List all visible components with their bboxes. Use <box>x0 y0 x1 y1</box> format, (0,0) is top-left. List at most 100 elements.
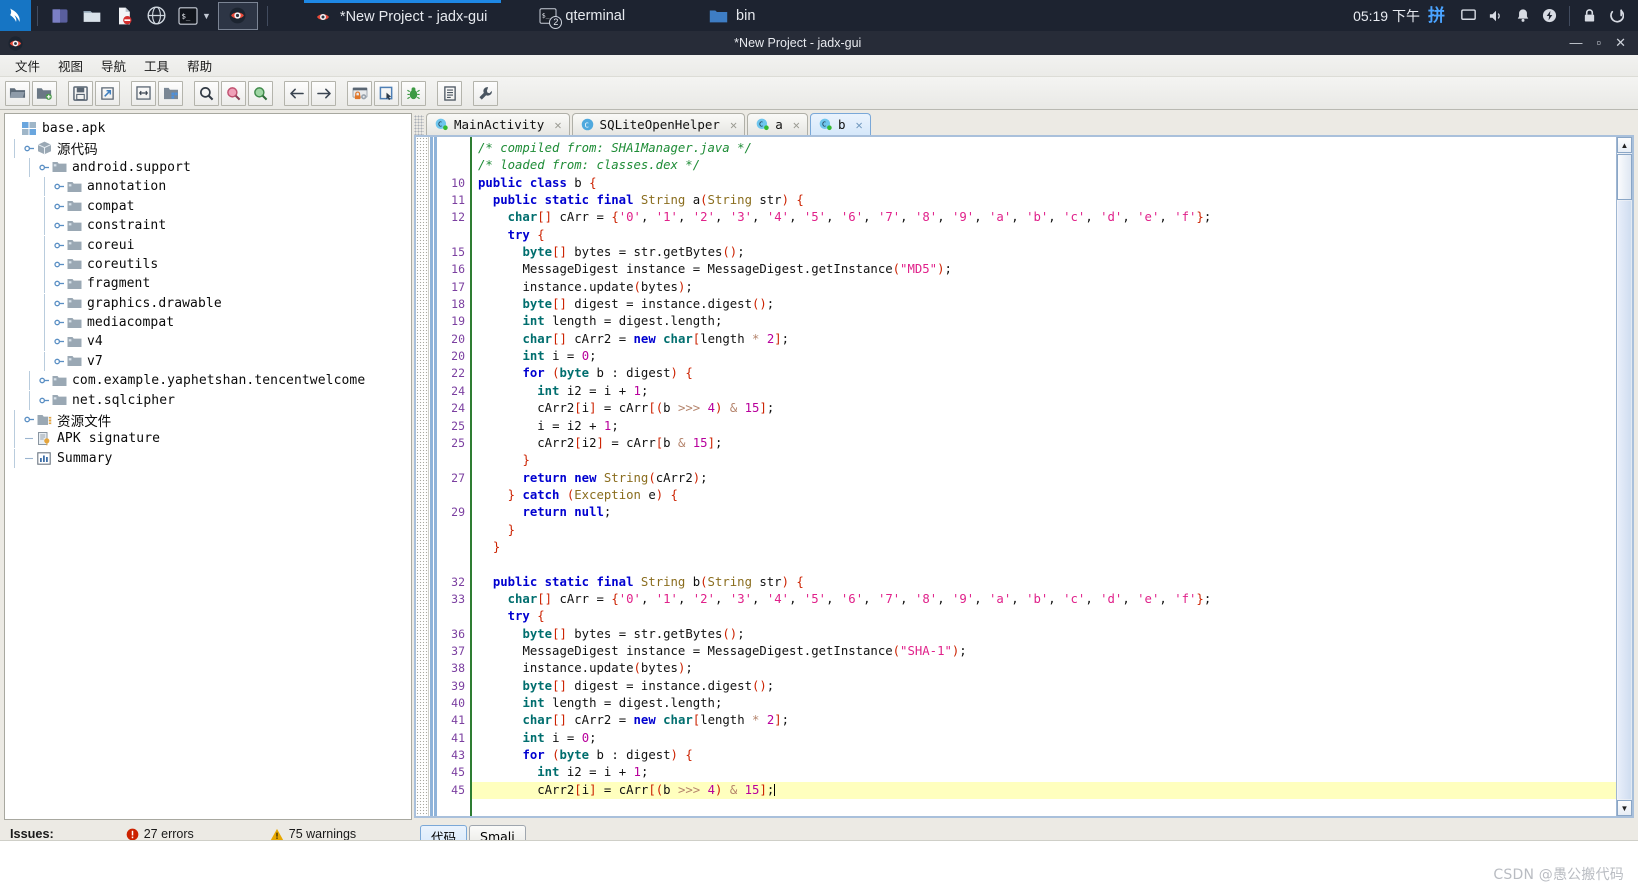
tree-expand-toggle[interactable] <box>54 352 65 371</box>
code-line[interactable]: char[] cArr = {'0', '1', '2', '3', '4', … <box>478 209 1632 226</box>
tree-node[interactable]: net.sqlcipher <box>9 390 411 410</box>
code-line[interactable]: instance.update(bytes); <box>478 279 1632 296</box>
tree-expand-toggle[interactable] <box>54 332 65 351</box>
code-line[interactable] <box>478 556 1632 573</box>
code-line[interactable]: cArr2[i2] = cArr[b & 15]; <box>478 435 1632 452</box>
code-editor[interactable]: 10 11 12 15 16 17 18 19 20 20 22 24 24 25 25 27 29 32 33 36… <box>414 135 1634 818</box>
tree-node[interactable]: v7 <box>9 351 411 371</box>
jadx-launcher-icon[interactable] <box>217 1 258 30</box>
code-line[interactable]: public class b { <box>478 175 1632 192</box>
tree-node[interactable]: constraint <box>9 216 411 236</box>
code-line[interactable]: i = i2 + 1; <box>478 418 1632 435</box>
tree-node[interactable]: APK signature <box>9 429 411 449</box>
tree-node[interactable]: base.apk <box>9 119 411 138</box>
deobfuscation-button[interactable] <box>158 80 183 106</box>
tree-node[interactable]: coreutils <box>9 254 411 274</box>
code-line[interactable]: public static final String a(String str)… <box>478 192 1632 209</box>
menu-help[interactable]: 帮助 <box>178 54 221 77</box>
tree-expand-toggle[interactable] <box>54 274 65 293</box>
code-line[interactable]: } <box>478 452 1632 469</box>
code-line[interactable]: for (byte b : digest) { <box>478 747 1632 764</box>
code-line[interactable]: byte[] bytes = str.getBytes(); <box>478 244 1632 261</box>
kali-menu-icon[interactable] <box>0 0 31 31</box>
tree-node[interactable]: coreui <box>9 235 411 255</box>
code-line[interactable]: /* loaded from: classes.dex */ <box>478 157 1632 174</box>
lock-icon[interactable] <box>1576 0 1603 31</box>
ime-indicator[interactable]: 拼 <box>1428 7 1445 24</box>
tree-node[interactable]: android.support <box>9 157 411 177</box>
tree-expand-toggle[interactable] <box>54 255 65 274</box>
tree-expand-toggle[interactable] <box>39 391 50 410</box>
tab-close-icon[interactable]: ✕ <box>793 118 800 132</box>
tab-b[interactable]: C b ✕ <box>809 113 871 135</box>
clock[interactable]: 05:19 下午 <box>1353 6 1420 26</box>
scroll-down-button[interactable]: ▼ <box>1617 800 1632 816</box>
taskbar-window-qterminal[interactable]: $_ 2 qterminal <box>529 0 639 31</box>
project-tree[interactable]: base.apk 源代码 android.support annotation comp… <box>5 114 411 468</box>
tree-expand-toggle[interactable] <box>54 177 65 196</box>
tree-node[interactable]: mediacompat <box>9 313 411 333</box>
tree-expand-toggle[interactable] <box>54 313 65 332</box>
maximize-button[interactable]: ▫ <box>1596 35 1601 51</box>
tree-node[interactable]: com.example.yaphetshan.tencentwelcome <box>9 371 411 391</box>
code-line[interactable]: char[] cArr2 = new char[length * 2]; <box>478 331 1632 348</box>
scroll-up-button[interactable]: ▲ <box>1617 137 1632 153</box>
log-viewer-button[interactable] <box>437 80 462 106</box>
tree-node[interactable]: v4 <box>9 332 411 352</box>
sync-button[interactable] <box>131 80 156 106</box>
tree-node[interactable]: graphics.drawable <box>9 293 411 313</box>
menu-navigation[interactable]: 导航 <box>92 54 135 77</box>
select-class-button[interactable] <box>374 80 399 106</box>
scroll-track[interactable] <box>1618 201 1631 799</box>
menu-file[interactable]: 文件 <box>6 54 49 77</box>
tab-drag-handle[interactable] <box>414 115 424 135</box>
code-text-area[interactable]: /* compiled from: SHA1Manager.java *//* … <box>472 137 1632 816</box>
tree-node[interactable]: 源代码 <box>9 138 411 158</box>
power-icon[interactable] <box>1536 0 1563 31</box>
export-gradle-button[interactable] <box>95 80 120 106</box>
error-stripe[interactable] <box>416 137 429 816</box>
code-line[interactable]: MessageDigest instance = MessageDigest.g… <box>478 261 1632 278</box>
document-icon[interactable] <box>111 3 137 29</box>
bell-icon[interactable] <box>1509 0 1536 31</box>
warning-count[interactable]: 75 warnings <box>270 827 356 841</box>
tree-node[interactable]: 资源文件 <box>9 410 411 430</box>
tree-expand-toggle[interactable] <box>54 216 65 235</box>
terminal-icon[interactable]: $_ <box>175 3 201 29</box>
code-line[interactable]: int length = digest.length; <box>478 695 1632 712</box>
taskbar-window-jadx[interactable]: *New Project - jadx-gui <box>303 0 502 31</box>
code-line[interactable]: int i = 0; <box>478 730 1632 747</box>
logout-icon[interactable] <box>1603 0 1630 31</box>
chevron-down-icon[interactable]: ▼ <box>202 11 211 21</box>
tree-expand-toggle[interactable] <box>54 236 65 255</box>
code-line[interactable]: instance.update(bytes); <box>478 660 1632 677</box>
volume-icon[interactable] <box>1482 0 1509 31</box>
code-line[interactable]: } <box>478 539 1632 556</box>
tree-expand-toggle[interactable] <box>39 371 50 390</box>
tab-a[interactable]: C a ✕ <box>747 113 808 135</box>
code-line[interactable]: char[] cArr2 = new char[length * 2]; <box>478 712 1632 729</box>
menu-view[interactable]: 视图 <box>49 54 92 77</box>
code-line[interactable]: return new String(cArr2); <box>478 470 1632 487</box>
code-line[interactable]: int i2 = i + 1; <box>478 764 1632 781</box>
tab-close-icon[interactable]: ✕ <box>730 118 737 132</box>
tree-node[interactable]: fragment <box>9 274 411 294</box>
editor-vertical-scrollbar[interactable]: ▲ ▼ <box>1616 137 1632 816</box>
code-line[interactable]: /* compiled from: SHA1Manager.java */ <box>478 140 1632 157</box>
tree-expand-toggle[interactable] <box>54 197 65 216</box>
code-line[interactable]: for (byte b : digest) { <box>478 365 1632 382</box>
tab-close-icon[interactable]: ✕ <box>554 118 561 132</box>
search-text-button[interactable] <box>194 80 219 106</box>
tree-expand-toggle[interactable] <box>24 139 35 158</box>
code-line[interactable]: cArr2[i] = cArr[(b >>> 4) & 15]; <box>472 781 1632 800</box>
open-file-button[interactable] <box>5 80 30 106</box>
search-comment-button[interactable] <box>248 80 273 106</box>
scroll-thumb[interactable] <box>1617 154 1632 200</box>
code-line[interactable]: int i = 0; <box>478 348 1632 365</box>
search-class-button[interactable] <box>221 80 246 106</box>
tree-expand-toggle[interactable] <box>39 158 50 177</box>
preferences-button[interactable] <box>473 80 498 106</box>
tab-mainactivity[interactable]: C MainActivity ✕ <box>426 113 570 135</box>
display-icon[interactable] <box>1455 0 1482 31</box>
minimize-button[interactable]: — <box>1569 35 1582 51</box>
